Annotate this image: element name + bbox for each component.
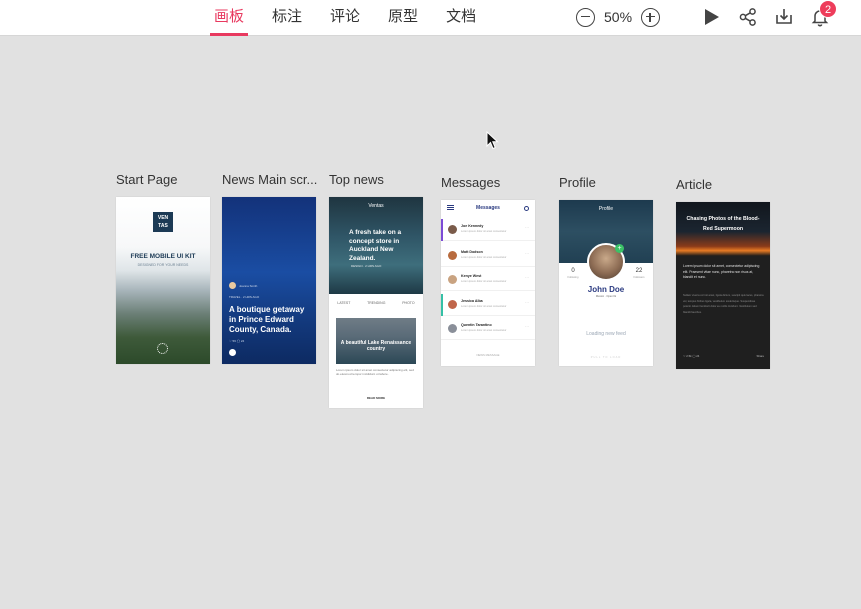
- more-icon: ···: [525, 251, 529, 256]
- message-preview: Lorem ipsum dolor sit amet consectetur: [461, 280, 507, 283]
- tab-artboard[interactable]: 画板: [210, 0, 249, 36]
- more-icon: ···: [525, 275, 529, 280]
- unread-accent: [441, 294, 443, 316]
- list-item: Jessica Alba Lorem ipsum dolor sit amet …: [441, 294, 535, 316]
- logo-text-2: TAS: [158, 223, 168, 229]
- top-news-text: Lorem ipsum dolor sit amet consectetur a…: [336, 368, 414, 376]
- artboard-label-news[interactable]: News Main scr...: [222, 172, 318, 187]
- download-icon[interactable]: [773, 6, 795, 28]
- zoom-control: 50%: [576, 6, 661, 28]
- tab-comments[interactable]: 评论: [326, 0, 364, 36]
- avatar: [448, 251, 457, 260]
- artboard-label-profile[interactable]: Profile: [559, 175, 596, 190]
- profile-title: Profile: [598, 206, 614, 212]
- tab-docs[interactable]: 文档: [442, 0, 480, 36]
- artboard-label-messages[interactable]: Messages: [441, 175, 500, 190]
- arrow-button-icon: [229, 349, 236, 356]
- top-news-categories: LATEST TRENDING PHOTO: [329, 301, 423, 305]
- more-icon: ···: [525, 225, 529, 230]
- plus-icon: +: [615, 244, 624, 253]
- start-title: FREE MOBILE UI KIT: [130, 253, 196, 260]
- top-news-hero: Ventas A fresh take on a concept store i…: [329, 197, 423, 294]
- message-preview: Lorem ipsum dolor sit amet consectetur: [461, 305, 507, 308]
- avatar: [448, 225, 457, 234]
- article-title: Chasing Photos of the Blood-Red Supermoo…: [686, 216, 760, 232]
- view-tabs: 画板 标注 评论 原型 文档: [210, 0, 500, 36]
- zoom-out-button[interactable]: [576, 7, 595, 27]
- article-lead: Lorem ipsum dolor sit amet, consectetur …: [683, 264, 760, 279]
- artboard-messages[interactable]: Messages Joe Kennedy Lorem ipsum dolor s…: [441, 200, 535, 366]
- article-hero: Chasing Photos of the Blood-Red Supermoo…: [676, 202, 770, 256]
- followers-label: Followers: [633, 276, 645, 279]
- read-more-link: READ MORE: [366, 396, 386, 400]
- list-item: Matt Dodson Lorem ipsum dolor sit amet c…: [441, 245, 535, 267]
- article-footer: ♡ 2.5k ◯ 24 Share: [683, 354, 764, 358]
- avatar: [229, 282, 236, 289]
- profile-name: John Doe: [587, 285, 625, 294]
- message-preview: Lorem ipsum dolor sit amet consectetur: [461, 230, 507, 233]
- loading-feed-text: Loading new feed: [586, 331, 626, 337]
- unread-accent: [441, 219, 443, 241]
- news-stats: ♡ 56 ◯ 24: [229, 339, 245, 343]
- message-preview: Lorem ipsum dolor sit amet consectetur: [461, 256, 507, 259]
- search-icon: [524, 206, 529, 211]
- following-label: Following: [567, 276, 579, 279]
- artboard-label-start[interactable]: Start Page: [116, 172, 177, 187]
- more-icon: ···: [525, 300, 529, 305]
- top-news-hero-meta: DESIGN · 2 HRS AGO: [351, 264, 382, 268]
- avatar: [448, 324, 457, 333]
- following-count: 0: [571, 268, 575, 274]
- category-photo: PHOTO: [402, 301, 415, 305]
- article-body: Nullam viverra orci sit amet, ligula dic…: [683, 294, 764, 314]
- message-sender: Kenye West: [461, 274, 482, 278]
- message-sender: Joe Kennedy: [461, 224, 484, 228]
- avatar: [448, 275, 457, 284]
- news-author: Joanna Smith: [239, 284, 258, 288]
- more-icon: ···: [525, 324, 529, 329]
- message-sender: Quentin Tarantino: [461, 323, 492, 327]
- top-news-hero-title: A fresh take on a concept store in Auckl…: [349, 229, 402, 262]
- artboard-profile[interactable]: Profile + 0 Following 22 Followers John …: [559, 200, 653, 366]
- artboard-start-page[interactable]: VEN TAS FREE MOBILE UI KIT DESIGNED FOR …: [116, 197, 210, 364]
- message-sender: Jessica Alba: [461, 299, 483, 303]
- artboard-news-main[interactable]: Joanna Smith TRAVEL · 2 HRS AGO A boutiq…: [222, 197, 316, 364]
- list-item: Quentin Tarantino Lorem ipsum dolor sit …: [441, 318, 535, 340]
- news-title: A boutique getaway in Prince Edward Coun…: [229, 305, 305, 334]
- article-share: Share: [756, 354, 764, 358]
- article-likes: ♡ 2.5k ◯ 24: [683, 354, 700, 358]
- top-news-brand: Ventas: [368, 203, 384, 209]
- list-item: Joe Kennedy Lorem ipsum dolor sit amet c…: [441, 219, 535, 241]
- artboard-article[interactable]: Chasing Photos of the Blood-Red Supermoo…: [676, 202, 770, 369]
- category-trending: TRENDING: [367, 301, 386, 305]
- profile-footer: PULL TO LOAD: [590, 356, 622, 359]
- notification-badge: 2: [819, 0, 837, 18]
- start-subtitle: DESIGNED FOR YOUR NEEDS: [137, 263, 189, 267]
- messages-footer: NEWS MESSAGE: [476, 353, 500, 357]
- mouse-cursor-icon: [486, 131, 499, 150]
- loading-spinner-icon: [157, 343, 168, 354]
- followers-count: 22: [635, 268, 643, 274]
- artboard-label-topnews[interactable]: Top news: [329, 172, 384, 187]
- zoom-in-button[interactable]: [641, 7, 661, 27]
- top-toolbar: 画板 标注 评论 原型 文档 50% 2: [0, 0, 861, 36]
- message-preview: Lorem ipsum dolor sit amet consectetur: [461, 329, 507, 332]
- artboard-label-article[interactable]: Article: [676, 177, 712, 192]
- zoom-level: 50%: [604, 9, 633, 25]
- tab-annotation[interactable]: 标注: [268, 0, 306, 36]
- avatar: [448, 300, 457, 309]
- message-sender: Matt Dodson: [461, 250, 483, 254]
- messages-title: Messages: [476, 205, 500, 211]
- top-news-card: A beautiful Lake Renaissance country: [336, 318, 416, 364]
- category-latest: LATEST: [337, 301, 351, 305]
- logo-text-1: VEN: [157, 215, 169, 221]
- profile-subtitle: Mexico · Open Ilk: [595, 295, 617, 298]
- ventas-logo: VEN TAS: [153, 212, 173, 232]
- play-icon[interactable]: [700, 6, 722, 28]
- artboard-top-news[interactable]: Ventas A fresh take on a concept store i…: [329, 197, 423, 408]
- list-item: Kenye West Lorem ipsum dolor sit amet co…: [441, 269, 535, 291]
- news-meta: TRAVEL · 2 HRS AGO: [229, 295, 260, 299]
- share-icon[interactable]: [737, 6, 759, 28]
- tab-prototype[interactable]: 原型: [384, 0, 422, 36]
- top-news-card-title: A beautiful Lake Renaissance country: [340, 340, 412, 352]
